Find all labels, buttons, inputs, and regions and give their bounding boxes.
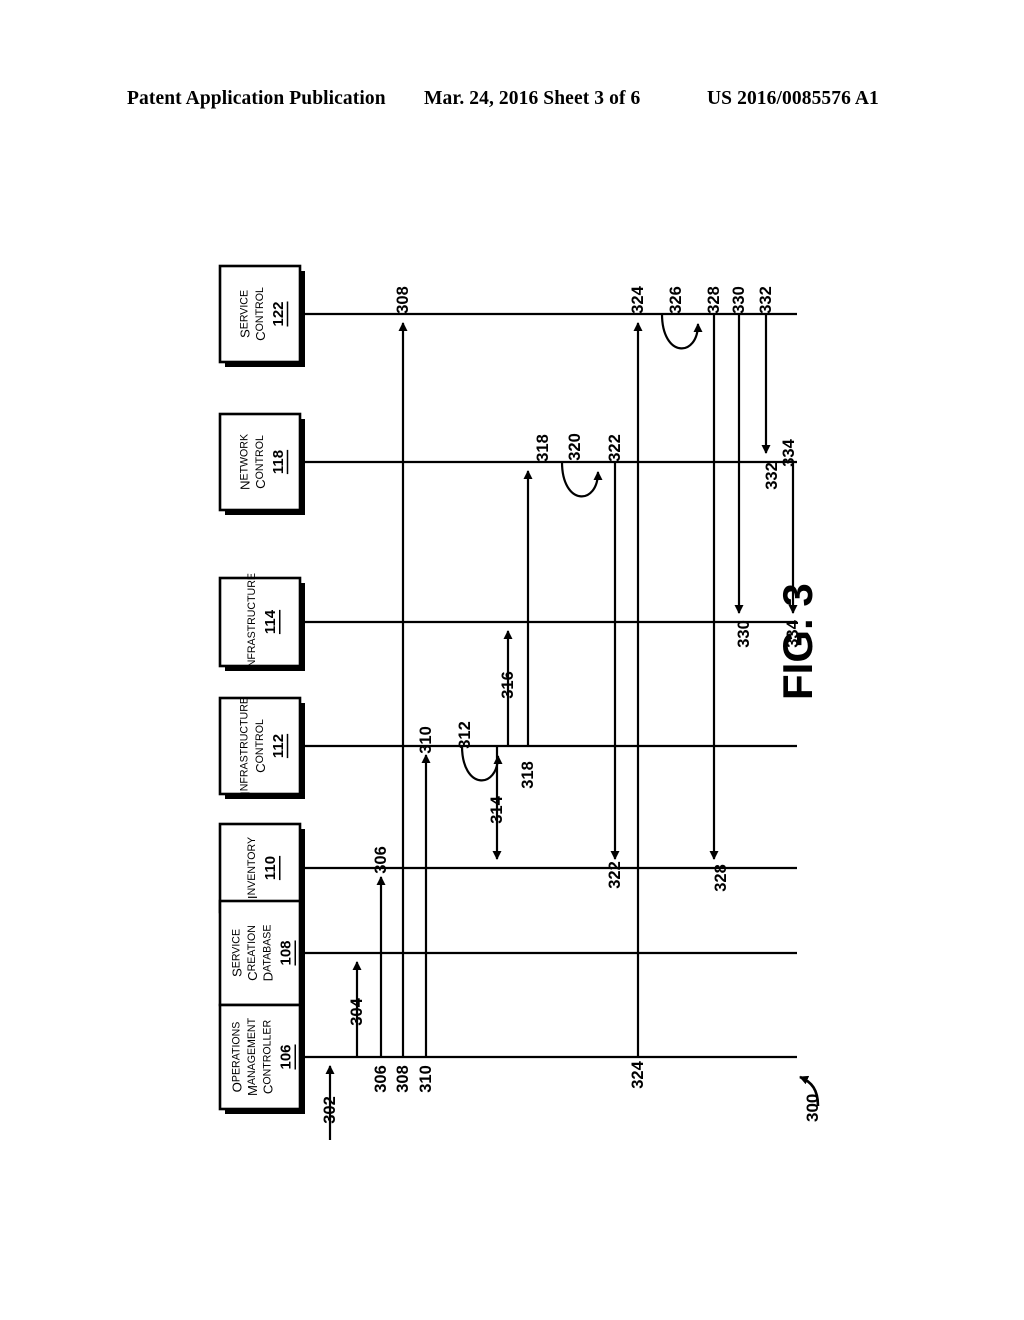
message-ref-label: 320 bbox=[566, 433, 584, 461]
message-ref-label: 312 bbox=[456, 721, 474, 749]
sequence-diagram-canvas: SERVICECONTROL 122NETWORKCONTROL 118INFRAS… bbox=[218, 264, 822, 1140]
message-ref-label: 326 bbox=[667, 286, 685, 314]
message-ref-label: 308 bbox=[394, 286, 412, 314]
figure-caption: FIG. 3 bbox=[774, 583, 821, 700]
message-ref-label: 318 bbox=[534, 434, 552, 462]
message-ref-label: 304 bbox=[348, 997, 366, 1025]
diagram-ref-group: 300 bbox=[799, 1075, 822, 1122]
participant-box-112: INFRASTRUCTURE CONTROL 112 bbox=[218, 696, 305, 799]
message-326 bbox=[660, 313, 703, 350]
participant-box-106: OPERATIONSMANAGEMENTCONTROLLER 106 bbox=[218, 1003, 305, 1114]
message-ref-label: 322 bbox=[606, 434, 624, 462]
message-312 bbox=[460, 745, 503, 782]
participant-box-114: INFRASTRUCTURE 114 bbox=[218, 573, 305, 671]
participant-boxes: SERVICECONTROL 122NETWORKCONTROL 118INFRAS… bbox=[218, 264, 305, 1114]
lifelines bbox=[300, 312, 797, 1059]
message-ref-label: 328 bbox=[712, 864, 730, 892]
message-ref-label: 324 bbox=[629, 285, 647, 313]
message-320 bbox=[560, 461, 603, 498]
participant-ref-106: 106 bbox=[278, 1044, 295, 1069]
figure-caption-group: FIG. 3 bbox=[774, 583, 821, 700]
message-ref-label: 302 bbox=[321, 1096, 339, 1124]
participant-label: SERVICE bbox=[229, 929, 244, 977]
participant-ref-112: 112 bbox=[270, 734, 287, 758]
participant-ref-110: 110 bbox=[262, 856, 279, 880]
message-ref-label: 310 bbox=[417, 726, 435, 754]
participant-label: CONTROL bbox=[252, 287, 267, 341]
participant-label: SERVICE bbox=[237, 290, 252, 338]
patent-page: Patent Application Publication Mar. 24, … bbox=[0, 0, 1024, 1320]
participant-box-122: SERVICECONTROL 122 bbox=[218, 264, 305, 367]
participant-label: CONTROL bbox=[252, 435, 267, 489]
message-ref-label: 306 bbox=[372, 846, 390, 874]
participant-label: MANAGEMENT bbox=[245, 1017, 260, 1096]
diagram-ref-label: 300 bbox=[803, 1094, 822, 1122]
message-arrows bbox=[325, 313, 798, 1140]
participant-ref-108: 108 bbox=[278, 940, 295, 965]
participant-label: CONTROL bbox=[252, 719, 267, 773]
participant-label: INFRASTRUCTURE bbox=[245, 573, 260, 671]
participant-box-108: SERVICECREATIONDATABASE 108 bbox=[218, 899, 305, 1010]
participant-label: INFRASTRUCTURE bbox=[237, 697, 252, 795]
participant-ref-114: 114 bbox=[262, 609, 279, 634]
message-ref-label: 330 bbox=[730, 286, 748, 314]
message-ref-label: 324 bbox=[629, 1060, 647, 1088]
figure-3-sequence-diagram: SERVICE CONTROL 122 NETWORK CONTROL 118 INFRAS… bbox=[0, 0, 1024, 1320]
participant-label: NETWORK bbox=[237, 434, 252, 490]
participant-label: OPERATIONS bbox=[229, 1022, 244, 1093]
message-ref-labels: 302304306306308308310310 312314316318318 3… bbox=[321, 285, 802, 1123]
participant-label: DATABASE bbox=[260, 925, 275, 982]
participant-box-118: NETWORKCONTROL 118 bbox=[218, 412, 305, 515]
participant-label: CREATION bbox=[245, 925, 260, 981]
participant-ref-118: 118 bbox=[270, 450, 287, 474]
message-ref-label: 330 bbox=[735, 620, 753, 648]
message-ref-label: 318 bbox=[519, 761, 537, 789]
message-ref-label: 334 bbox=[780, 438, 798, 466]
message-ref-label: 332 bbox=[757, 286, 775, 314]
message-ref-label: 306 bbox=[372, 1065, 390, 1093]
message-ref-label: 322 bbox=[606, 861, 624, 889]
message-ref-label: 328 bbox=[705, 286, 723, 314]
message-ref-label: 316 bbox=[499, 671, 517, 699]
message-ref-label: 308 bbox=[394, 1065, 412, 1093]
message-ref-label: 310 bbox=[417, 1065, 435, 1093]
message-ref-label: 332 bbox=[763, 462, 781, 490]
participant-label: CONTROLLER bbox=[260, 1020, 275, 1095]
participant-label: INVENTORY bbox=[245, 837, 260, 899]
message-ref-label: 314 bbox=[488, 795, 506, 823]
participant-ref-122: 122 bbox=[270, 301, 287, 326]
